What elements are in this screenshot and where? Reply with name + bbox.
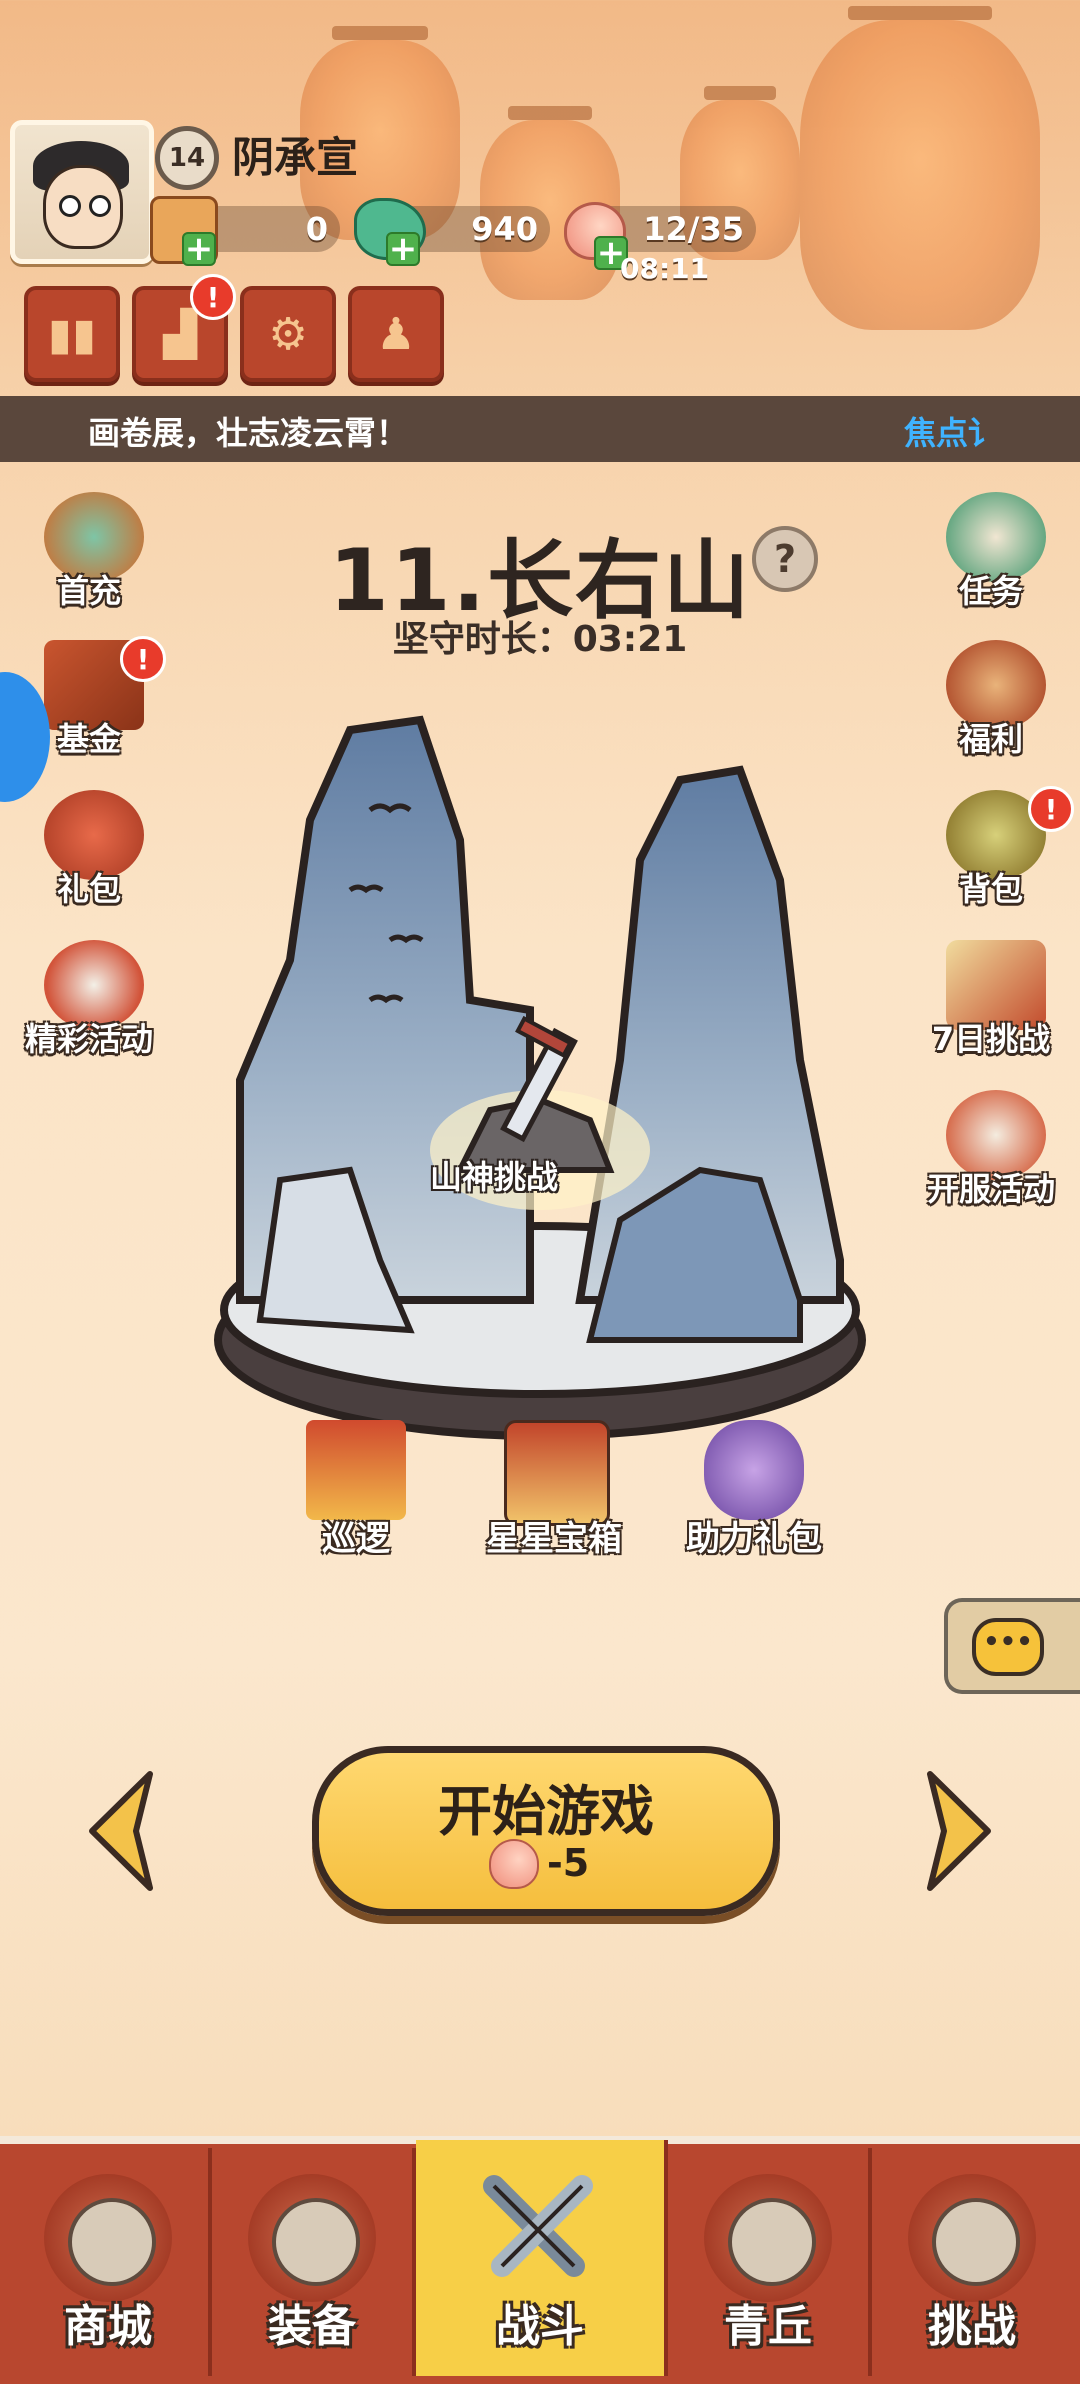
nav-label: 青丘 [724, 2301, 812, 2352]
star-chest-button[interactable]: 星星宝箱 [464, 1420, 644, 1560]
announcement-link[interactable]: 焦点讠 [904, 408, 1000, 454]
support-bag-icon [704, 1420, 804, 1520]
right-menu-seven-day[interactable]: 7日挑战 [916, 940, 1066, 1060]
peach-cost-icon [489, 1839, 539, 1889]
settings-button[interactable]: ⚙ [240, 286, 336, 382]
add-jade-button[interactable]: + [386, 232, 420, 266]
cards-icon: ▮▮ [47, 308, 97, 360]
scroll-count: 0 [305, 210, 328, 248]
announcement-text: 画卷展，壮志凌云霄！ [88, 414, 409, 452]
nav-label: 挑战 [928, 2301, 1016, 2352]
left-menu-label: 礼包 [56, 870, 121, 908]
left-menu-label: 精彩活动 [24, 1020, 153, 1058]
player-avatar[interactable] [10, 120, 154, 264]
patrol-label: 巡逻 [322, 1519, 390, 1559]
crossed-swords-icon [483, 2175, 593, 2277]
equipment-icon-inner [272, 2198, 360, 2286]
player-level-badge: 14 [155, 126, 219, 190]
stage-help-icon[interactable]: ? [752, 526, 818, 592]
right-menu-label: 开服活动 [926, 1170, 1055, 1208]
cards-button[interactable]: ▮▮ [24, 286, 120, 382]
shop-icon-inner [68, 2198, 156, 2286]
previous-stage-arrow[interactable] [80, 1766, 160, 1896]
support-pack-button[interactable]: 助力礼包 [664, 1420, 844, 1560]
nav-tab-qingqiu[interactable]: 青丘 [668, 2148, 872, 2376]
shop-icon [44, 2174, 172, 2302]
guard-duration: 坚守时长：03:21 [392, 619, 688, 660]
rank-alert-icon: ! [190, 274, 236, 320]
bar-chart-icon: ▟ [163, 308, 197, 360]
right-menu-label: 背包 [958, 870, 1023, 908]
lantern-decoration [800, 6, 1040, 330]
nav-label: 装备 [268, 2301, 356, 2352]
nav-label: 战斗 [496, 2301, 584, 2352]
chat-bubble-icon: ••• [972, 1618, 1044, 1676]
equipment-icon [248, 2174, 376, 2302]
mountain-island-illustration [214, 715, 866, 1440]
avatar-eye [59, 195, 81, 217]
mountain-god-challenge-label[interactable]: 山神挑战 [430, 1152, 558, 1198]
chat-button[interactable]: ••• [944, 1598, 1080, 1694]
jade-count: 940 [471, 210, 538, 248]
right-menu-label: 7日挑战 [931, 1020, 1051, 1058]
start-game-button[interactable]: 开始游戏 -5 [312, 1746, 780, 1916]
nav-tab-shop[interactable]: 商城 [8, 2148, 212, 2376]
support-pack-label: 助力礼包 [686, 1519, 822, 1559]
left-menu-events[interactable]: 精彩活动 [14, 940, 164, 1060]
gear-icon: ⚙ [268, 308, 308, 360]
patrol-flag-icon [306, 1420, 406, 1520]
backpack-alert-icon: ! [1028, 786, 1074, 832]
nav-tab-equipment[interactable]: 装备 [212, 2148, 416, 2376]
start-cost-value: -5 [547, 1841, 590, 1885]
player-name: 阴承宣 [232, 133, 359, 182]
stamina-count: 12/35 [643, 210, 744, 248]
stamina-timer: 08:11 [620, 252, 710, 285]
friends-icon: ♟ [376, 308, 416, 360]
qingqiu-icon-inner [728, 2198, 816, 2286]
avatar-face [43, 165, 123, 249]
right-menu-label: 福利 [958, 720, 1023, 758]
battle-swords-icon [474, 2166, 602, 2294]
challenge-icon-inner [932, 2198, 1020, 2286]
right-menu-server-launch[interactable]: 开服活动 [916, 1090, 1066, 1210]
add-scroll-button[interactable]: + [182, 232, 216, 266]
star-chest-label: 星星宝箱 [486, 1519, 622, 1559]
patrol-button[interactable]: 巡逻 [266, 1420, 446, 1560]
left-menu-gift-pack[interactable]: 礼包 [14, 790, 164, 910]
start-cost: -5 [489, 1839, 619, 1889]
announcement-bar: 画卷展，壮志凌云霄！ 焦点讠 [0, 396, 1080, 462]
nav-tab-challenge[interactable]: 挑战 [872, 2148, 1072, 2376]
friends-button[interactable]: ♟ [348, 286, 444, 382]
start-game-label: 开始游戏 [438, 1780, 654, 1843]
challenge-icon [908, 2174, 1036, 2302]
next-stage-arrow[interactable] [920, 1766, 1000, 1896]
avatar-eye [89, 195, 111, 217]
nav-label: 商城 [64, 2301, 152, 2352]
qingqiu-icon [704, 2174, 832, 2302]
nav-tab-battle[interactable]: 战斗 [416, 2140, 668, 2376]
